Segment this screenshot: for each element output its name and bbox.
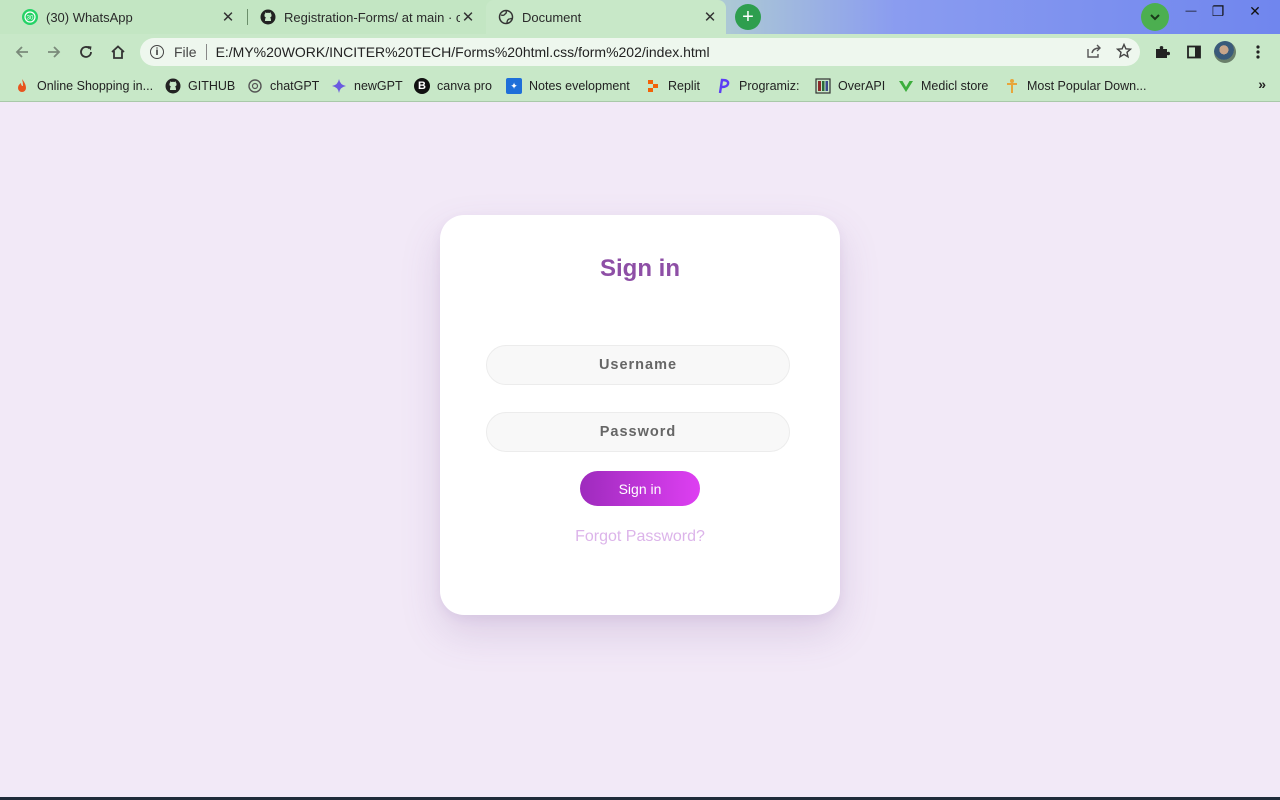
arrow-left-icon	[15, 46, 28, 58]
bookmark-label: Notes evelopment	[529, 79, 630, 93]
bookmark-label: chatGPT	[270, 79, 320, 93]
tab-search-button[interactable]	[1141, 3, 1169, 31]
star-icon[interactable]	[1116, 43, 1132, 59]
side-panel-icon	[1187, 45, 1201, 59]
v-logo-icon	[898, 78, 914, 94]
page-title: Sign in	[600, 255, 680, 282]
password-input[interactable]	[486, 412, 790, 452]
bookmark-overapi[interactable]: OverAPI	[815, 76, 885, 96]
close-icon: ✕	[1249, 2, 1261, 19]
bookmark-label: Programiz:	[739, 79, 800, 93]
minimize-button[interactable]: —	[1176, 0, 1206, 22]
bookmark-newgpt[interactable]: newGPT	[331, 76, 403, 96]
b-logo-icon: B	[414, 78, 430, 94]
tab-title: Registration-Forms/ at main · code	[284, 9, 460, 25]
sparkle-icon	[331, 78, 347, 94]
share-icon[interactable]	[1086, 43, 1102, 59]
toolbar: i File E:/MY%20WORK/INCITER%20TECH/Forms…	[0, 34, 1280, 70]
close-window-button[interactable]: ✕	[1240, 0, 1270, 22]
figure-icon	[1004, 78, 1020, 94]
tab-title: Document	[522, 9, 582, 25]
bookmark-label: canva pro	[437, 79, 492, 93]
close-icon[interactable]: ✕	[220, 9, 236, 26]
tab-github[interactable]: Registration-Forms/ at main · code ✕	[248, 0, 484, 34]
page-content: Sign in Sign in Forgot Password?	[0, 103, 1280, 798]
bookmark-most-popular[interactable]: Most Popular Down...	[1004, 76, 1147, 96]
tab-title: (30) WhatsApp	[46, 9, 133, 25]
url-scheme: File	[174, 44, 197, 60]
bookmark-chatgpt[interactable]: chatGPT	[247, 76, 319, 96]
close-icon[interactable]: ✕	[460, 9, 476, 26]
overapi-icon	[815, 78, 831, 94]
reload-button[interactable]	[73, 39, 99, 65]
replit-icon	[645, 78, 661, 94]
bookmark-label: Online Shopping in...	[37, 79, 154, 93]
github-icon	[260, 9, 276, 25]
github-icon	[165, 78, 181, 94]
bookmark-label: GITHUB	[188, 79, 236, 93]
bookmark-replit[interactable]: Replit	[645, 76, 700, 96]
tab-whatsapp[interactable]: 30 (30) WhatsApp ✕	[10, 0, 244, 34]
back-button[interactable]	[9, 39, 35, 65]
puzzle-icon	[1156, 46, 1170, 58]
bookmark-notes[interactable]: ✦ Notes evelopment	[506, 76, 630, 96]
kebab-menu-icon	[1256, 45, 1260, 59]
notes-icon: ✦	[506, 78, 522, 94]
forward-button[interactable]	[41, 39, 67, 65]
avatar	[1214, 41, 1236, 63]
restore-button[interactable]: ❐	[1203, 0, 1233, 22]
bookmarks-bar: Online Shopping in... GITHUB chatGPT new…	[0, 70, 1280, 102]
home-icon	[111, 45, 125, 59]
info-icon[interactable]: i	[150, 45, 164, 59]
flame-icon	[14, 78, 30, 94]
programiz-icon	[716, 78, 732, 94]
side-panel-button[interactable]	[1181, 39, 1207, 65]
minimize-icon: —	[1185, 5, 1197, 17]
extensions-button[interactable]	[1149, 39, 1175, 65]
arrow-right-icon	[48, 46, 61, 58]
tab-document[interactable]: Document ✕	[486, 0, 726, 34]
plus-icon: +	[742, 6, 754, 28]
bookmark-programiz[interactable]: Programiz:	[716, 76, 799, 96]
chevron-down-icon	[1150, 14, 1160, 21]
bookmark-github[interactable]: GITHUB	[165, 76, 235, 96]
reload-icon	[80, 46, 92, 58]
globe-icon	[498, 9, 514, 25]
bookmark-label: OverAPI	[838, 79, 886, 93]
close-icon[interactable]: ✕	[702, 9, 718, 26]
forgot-password-link[interactable]: Forgot Password?	[440, 528, 840, 546]
menu-button[interactable]	[1245, 39, 1271, 65]
bookmark-canva-pro[interactable]: B canva pro	[414, 76, 492, 96]
login-card: Sign in Sign in Forgot Password?	[440, 215, 840, 615]
bookmark-label: Medicl store	[921, 79, 989, 93]
title-bar: 30 (30) WhatsApp ✕ Registration-Forms/ a…	[0, 0, 1280, 34]
url-text[interactable]: E:/MY%20WORK/INCITER%20TECH/Forms%20html…	[216, 44, 710, 60]
address-bar[interactable]: i File E:/MY%20WORK/INCITER%20TECH/Forms…	[140, 38, 1140, 66]
divider	[205, 44, 207, 60]
profile-button[interactable]	[1212, 39, 1238, 65]
sign-in-button[interactable]: Sign in	[580, 471, 700, 506]
chevron-double-right-icon[interactable]: »	[1258, 76, 1266, 92]
bookmark-label: Replit	[668, 79, 700, 93]
svg-text:30: 30	[27, 16, 34, 22]
chatgpt-icon	[247, 78, 263, 94]
bookmark-label: Most Popular Down...	[1027, 79, 1147, 93]
restore-icon: ❐	[1211, 2, 1225, 19]
new-tab-button[interactable]: +	[735, 4, 761, 30]
whatsapp-icon: 30	[22, 9, 38, 25]
bookmark-label: newGPT	[354, 79, 403, 93]
username-input[interactable]	[486, 345, 790, 385]
bookmark-medicl-store[interactable]: Medicl store	[898, 76, 988, 96]
bookmark-online-shopping[interactable]: Online Shopping in...	[14, 76, 153, 96]
home-button[interactable]	[105, 39, 131, 65]
